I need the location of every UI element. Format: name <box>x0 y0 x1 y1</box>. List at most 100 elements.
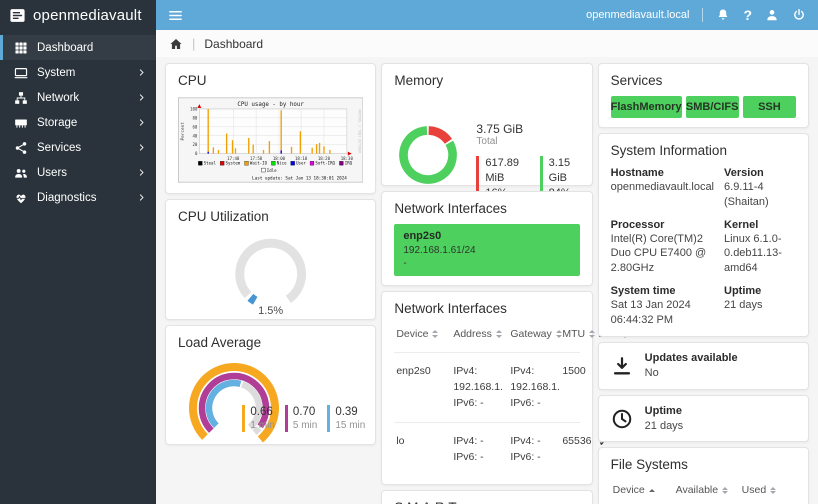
chevron-right-icon <box>137 118 146 127</box>
column-3: Services FlashMemory SMB/CIFS SSH System I… <box>597 63 809 504</box>
svg-text:IRQ: IRQ <box>345 161 353 166</box>
table-header-row: DeviceAddressGatewayMTULink <box>394 324 628 352</box>
interface-name: enp2s0 <box>403 230 442 242</box>
load-legend-item: 0.70 5 min <box>284 405 317 432</box>
card-load-average-title: Load Average <box>178 335 262 350</box>
chevron-right-icon <box>137 93 146 102</box>
users-icon <box>14 166 28 180</box>
svg-text:Idle: Idle <box>267 168 277 173</box>
cpu-rrd-graph: CPU usage - by hour Percent 0 20 40 60 80 100 17… <box>178 96 364 184</box>
card-network-interfaces-status: Network Interfaces enp2s0 192.168.1.61/2… <box>381 191 593 286</box>
cell-gateway: IPv4: - IPv6: - <box>510 434 541 463</box>
column-header-used[interactable]: Used <box>742 484 794 496</box>
app-window: openmediavault Dashboard System Network Sto… <box>0 0 818 504</box>
memory-total-label: Total <box>476 136 498 147</box>
sidebar-item-services[interactable]: Services <box>0 135 156 160</box>
card-memory-title: Memory <box>394 73 444 88</box>
svg-text:80: 80 <box>192 115 197 120</box>
help-icon[interactable]: ? <box>743 8 752 22</box>
card-memory: Memory 3.75 GiB Total 617.89 MiB 16% Use… <box>381 63 593 215</box>
notifications-bell-icon[interactable] <box>716 8 730 22</box>
updates-value: No <box>644 366 659 379</box>
hostname-label: openmediavault.local <box>586 9 690 21</box>
card-cpu: CPU CPU usage - by hour Percent 0 20 40 60 80 1… <box>165 63 377 194</box>
menu-toggle-icon[interactable] <box>168 8 183 23</box>
sidebar: openmediavault Dashboard System Network Sto… <box>0 0 156 504</box>
cell-mtu: 1500 <box>562 364 586 377</box>
load-legend-item: 0.39 15 min <box>327 405 365 432</box>
cell-address: IPv4: - IPv6: - <box>453 434 484 463</box>
table-header-row: Device Available Used <box>611 480 796 504</box>
card-smart: S.M.A.R.T. /dev/sda 18°C <box>381 490 593 504</box>
load-average-rings <box>189 363 279 443</box>
load-average-legend: 0.66 1 min 0.70 5 min 0.39 15 min <box>242 405 365 432</box>
cell-device: enp2s0 <box>396 364 431 377</box>
cell-mtu: 65536 <box>562 434 592 447</box>
svg-text:Soft-IRQ: Soft-IRQ <box>315 161 335 166</box>
column-header-device[interactable]: Device <box>613 484 676 496</box>
svg-text:40: 40 <box>192 133 197 138</box>
network-icon <box>14 91 28 105</box>
card-cpu-utilization-title: CPU Utilization <box>178 209 269 224</box>
services-share-icon <box>14 141 28 155</box>
system-info-field: System time Sat 13 Jan 2024 06:44:32 PM <box>610 285 691 326</box>
card-network-interfaces-table: Network Interfaces Device Address Gateway M… <box>381 290 628 486</box>
service-status-badge-ssh: SSH <box>742 96 796 118</box>
system-info-field: Uptime 21 days <box>724 285 763 312</box>
svg-text:20: 20 <box>192 142 197 147</box>
user-account-icon[interactable] <box>765 8 779 22</box>
service-status-badge-smbcifs: SMB/CIFS <box>685 96 739 118</box>
sidebar-item-label: Storage <box>37 116 78 129</box>
system-info-field: Hostname openmediavault.local <box>610 167 715 194</box>
column-header-gateway[interactable]: Gateway <box>510 328 562 340</box>
sidebar-item-users[interactable]: Users <box>0 160 156 185</box>
sidebar-item-storage[interactable]: Storage <box>0 110 156 135</box>
card-smart-title: S.M.A.R.T. <box>394 500 579 504</box>
svg-text:User: User <box>296 161 306 166</box>
svg-text:System: System <box>226 161 241 166</box>
system-info-field: Kernel Linux 6.1.0-0.deb11.13-amd64 <box>724 218 782 274</box>
column-header-address[interactable]: Address <box>453 328 510 340</box>
card-network-table-title: Network Interfaces <box>394 300 507 316</box>
sidebar-item-diagnostics[interactable]: Diagnostics <box>0 185 156 210</box>
system-info-field: Version 6.9.11-4 (Shaitan) <box>724 167 769 208</box>
column-2: Memory 3.75 GiB Total 617.89 MiB 16% Use… <box>381 63 628 504</box>
power-icon[interactable] <box>792 8 806 22</box>
sidebar-item-dashboard[interactable]: Dashboard <box>0 35 156 60</box>
svg-text:CPU usage - by hour: CPU usage - by hour <box>237 102 304 108</box>
sidebar-item-label: Diagnostics <box>37 191 97 204</box>
svg-text:100: 100 <box>190 107 198 112</box>
table-row: enp2s0 IPv4: 192.168.1. IPv6: - IPv4: 192.168… <box>394 351 608 422</box>
cell-address: IPv4: 192.168.1. IPv6: - <box>453 364 503 410</box>
card-filesystems-title: File Systems <box>610 457 688 473</box>
sidebar-item-label: Network <box>37 91 80 104</box>
system-monitor-icon <box>14 66 28 80</box>
interface-address: 192.168.1.61/24 <box>403 244 476 256</box>
svg-text:Last update: Sat Jan 13 18:30:: Last update: Sat Jan 13 18:30:01 2024 <box>252 175 347 181</box>
sidebar-item-network[interactable]: Network <box>0 85 156 110</box>
column-header-available[interactable]: Available <box>676 484 742 496</box>
topbar-right: openmediavault.local ? <box>586 8 806 22</box>
column-header-mtu[interactable]: MTU <box>562 328 598 340</box>
download-icon <box>611 355 633 377</box>
home-icon[interactable] <box>169 37 183 51</box>
sidebar-item-system[interactable]: System <box>0 60 156 85</box>
card-system-info-title: System Information <box>610 143 727 158</box>
svg-text:60: 60 <box>192 124 197 129</box>
card-cpu-utilization: CPU Utilization 1.5% <box>165 199 377 320</box>
card-network-badge-title: Network Interfaces <box>394 201 507 216</box>
load-legend-item: 0.66 1 min <box>242 405 275 432</box>
breadcrumb: | Dashboard <box>156 30 818 57</box>
sidebar-item-label: System <box>37 66 76 79</box>
sidebar-item-label: Dashboard <box>37 41 94 54</box>
dashboard-grid-icon <box>14 41 28 55</box>
svg-text:1.5%: 1.5% <box>258 305 283 316</box>
column-header-device[interactable]: Device <box>396 328 453 340</box>
updates-title: Updates available <box>644 351 738 364</box>
interface-extra: - <box>403 258 407 270</box>
cell-device: lo <box>396 434 405 447</box>
memory-donut-chart <box>399 126 458 184</box>
logo[interactable]: openmediavault <box>0 0 156 30</box>
svg-text:Nice: Nice <box>277 161 287 166</box>
network-interface-status-badge: enp2s0 192.168.1.61/24 - <box>394 224 580 276</box>
